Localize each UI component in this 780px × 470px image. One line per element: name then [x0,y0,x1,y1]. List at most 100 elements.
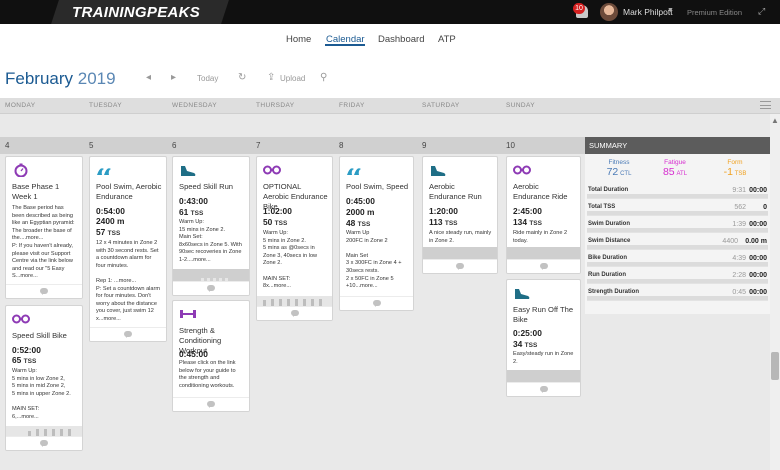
workout-tss: 34 TSS [513,339,537,349]
distance-value: 2000 [346,207,365,217]
summary-planned: 562 [734,204,746,211]
workout-duration: 0:45:00 [346,196,375,206]
form-label: Form [727,159,743,166]
comment-icon[interactable] [539,386,548,393]
workout-duration: 0:52:00 [12,345,41,355]
workout-title: Speed Skill Run [179,182,234,191]
scrollbar[interactable] [770,114,780,470]
summary-progress-bar [587,262,768,266]
workout-profile-chart [507,370,580,382]
comment-icon[interactable] [456,263,464,270]
upload-button[interactable]: Upload [280,74,305,83]
chevron-down-icon[interactable]: ▼ [667,7,674,14]
bike-icon [513,165,531,175]
summary-row: Swim Distance 4400 0.00 m [587,233,768,250]
nav-dashboard[interactable]: Dashboard [378,34,424,45]
summary-actual: 00:00 [749,289,767,296]
workout-card[interactable]: OPTIONAL Aerobic Endurance Bike 1:02:00 … [256,156,333,321]
comment-icon[interactable] [40,288,48,295]
upload-icon[interactable]: ⇪ [267,72,275,83]
nav-atp[interactable]: ATP [438,34,456,45]
comment-icon[interactable] [124,331,132,338]
summary-label: Run Duration [588,272,626,278]
summary-actual: 00:00 [749,187,767,194]
date-number: 9 [422,141,427,150]
swim-icon [97,168,111,175]
user-name[interactable]: Mark Philpott [623,7,673,17]
workout-card[interactable]: Pool Swim, Speed 0:45:00 2000 m 48 TSS W… [339,156,414,311]
comment-icon[interactable] [372,300,381,307]
form-value: -1 [723,166,733,178]
workout-description: Warm Up: 5 mins in Zone 2. 5 mins as @0s… [263,230,318,288]
avatar[interactable] [600,3,618,21]
nav-home[interactable]: Home [286,34,311,45]
today-button[interactable]: Today [197,74,218,83]
workout-title: Base Phase 1 Week 1 [12,182,60,201]
day-header: SUNDAY [506,102,536,109]
comment-icon[interactable] [207,401,215,408]
workout-duration: 0:45:00 [179,349,208,359]
tss-unit: TSS [23,358,37,365]
tss-value: 113 [429,217,443,227]
workout-duration: 1:20:00 [429,206,458,216]
workout-card[interactable]: Speed Skill Bike 0:52:00 65 TSS Warm Up:… [5,305,83,451]
active-nav-indicator [325,44,365,46]
run-shoe-icon [181,166,196,176]
form-metric: Form -1 TSB [715,159,755,178]
workout-card[interactable]: Easy Run Off The Bike 0:25:00 34 TSS Eas… [506,279,581,397]
fitness-unit: CTL [620,171,632,177]
summary-progress-bar [587,211,768,215]
summary-row: Strength Duration 0:45 00:00 [587,284,768,301]
fatigue-unit: ATL [676,171,688,177]
calendar-toolbar: February 2019 ◂ ▸ Today ↻ ⇪ Upload ⚲ [0,54,780,98]
comment-icon[interactable] [40,440,48,447]
summary-row: Total TSS 562 0 [587,199,768,216]
search-icon[interactable]: ⚲ [320,72,327,83]
workout-description: A nice steady run, mainly in Zone 2. [429,230,492,244]
scrollbar-thumb[interactable] [771,352,779,380]
hamburger-menu-icon[interactable] [760,101,771,109]
workout-card[interactable]: Base Phase 1 Week 1 The Base period has … [5,156,83,299]
scroll-up-icon[interactable]: ▲ [771,116,779,125]
summary-progress-bar [587,194,768,198]
workout-duration: 2:45:00 [513,206,542,216]
form-unit: TSB [734,171,747,177]
notifications-button[interactable]: 10 [573,3,591,21]
run-shoe-icon [515,289,530,299]
bike-icon [263,165,281,175]
refresh-icon[interactable]: ↻ [238,72,246,83]
tss-unit: TSS [107,230,121,237]
workout-card[interactable]: Pool Swim, Aerobic Endurance 0:54:00 240… [89,156,167,342]
comment-icon[interactable] [290,310,299,317]
tss-unit: TSS [444,220,458,227]
workout-card[interactable]: Strength & Conditioning Workout 0:45:00 … [172,300,250,412]
summary-label: Swim Duration [588,221,631,227]
summary-label: Total TSS [588,204,616,210]
workout-card[interactable]: Speed Skill Run 0:43:00 61 TSS Warm Up: … [172,156,250,296]
bike-icon [12,314,30,324]
expand-icon[interactable]: ⤢ [758,6,765,17]
workout-card[interactable]: Aerobic Endurance Ride 2:45:00 134 TSS R… [506,156,581,274]
summary-label: Total Duration [588,187,629,193]
card-footer [257,306,332,320]
workout-card[interactable]: Aerobic Endurance Run 1:20:00 113 TSS A … [422,156,498,274]
card-footer [507,382,580,396]
run-shoe-icon [431,166,446,176]
comment-icon[interactable] [539,263,548,270]
tss-value: 50 [263,217,273,227]
date-number: 8 [339,141,344,150]
year-label: 2019 [77,69,116,88]
workout-title: Pool Swim, Speed [346,182,409,191]
previous-week-icon[interactable]: ◂ [146,72,151,83]
next-week-icon[interactable]: ▸ [171,72,176,83]
tss-unit: TSS [357,221,371,228]
date-number: 10 [506,141,515,150]
summary-actual: 00:00 [749,255,767,262]
app-logo[interactable]: TRAININGPEAKS [72,4,200,21]
summary-actual: 0 [763,204,767,211]
comment-icon[interactable] [207,285,215,292]
workout-title: Aerobic Endurance Ride [513,182,568,201]
card-footer [507,259,580,273]
workout-profile-chart [257,296,332,306]
workout-tss: 61 TSS [179,207,203,217]
